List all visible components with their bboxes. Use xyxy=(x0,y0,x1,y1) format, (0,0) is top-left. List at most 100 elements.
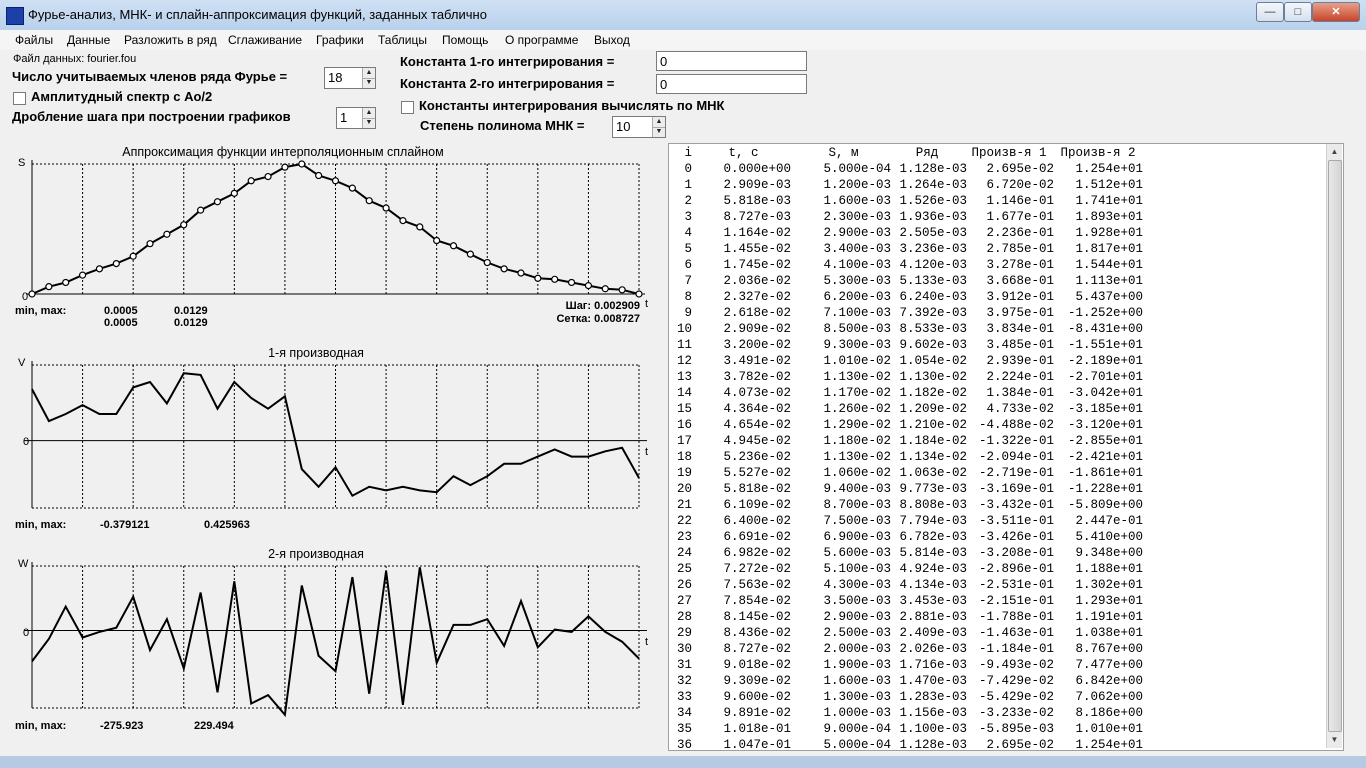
spline-data-point xyxy=(146,240,154,248)
table-cell: 9.891e-02 xyxy=(723,706,791,720)
table-cell: -2.189e+01 xyxy=(1067,354,1143,368)
table-cell: -2.094e-01 xyxy=(978,450,1054,464)
table-cell: 3.975e-01 xyxy=(986,306,1054,320)
table-cell: 1.038e+01 xyxy=(1075,626,1143,640)
table-cell: 4.100e-03 xyxy=(823,258,891,272)
scroll-down-icon[interactable]: ▼ xyxy=(1327,732,1342,747)
table-cell: 3 xyxy=(684,210,692,224)
table-cell: -2.719e-01 xyxy=(978,466,1054,480)
table-row: 9 2.618e-02 7.100e-03 7.392e-03 3.975e-01 -1.… xyxy=(669,306,1329,322)
spline-data-point xyxy=(500,265,508,273)
table-cell: -3.120e+01 xyxy=(1067,418,1143,432)
table-cell: 1.290e-02 xyxy=(823,418,891,432)
table-cell: 1.184e-02 xyxy=(899,434,967,448)
table-cell: 2.447e-01 xyxy=(1075,514,1143,528)
table-cell: -2.421e+01 xyxy=(1067,450,1143,464)
table-cell: 6.982e-02 xyxy=(723,546,791,560)
table-cell: 2.300e-03 xyxy=(823,210,891,224)
table-cell: 1.128e-03 xyxy=(899,738,967,751)
table-cell: 4.134e-03 xyxy=(899,578,967,592)
table-cell: 13 xyxy=(676,370,692,384)
table-cell: 1.254e+01 xyxy=(1075,162,1143,176)
deriv2-minmax-label: min, max: xyxy=(15,720,66,732)
table-cell: 4.120e-03 xyxy=(899,258,967,272)
table-row: 24 6.982e-02 5.600e-03 5.814e-03 -3.208e-01 9… xyxy=(669,546,1329,562)
maximize-button[interactable]: □ xyxy=(1284,2,1312,22)
table-cell: 6.691e-02 xyxy=(723,530,791,544)
spline-data-point xyxy=(416,223,424,231)
table-cell: 3.200e-02 xyxy=(723,338,791,352)
spline-data-point xyxy=(112,259,120,268)
table-cell: 5.818e-03 xyxy=(723,194,791,208)
table-cell: 3.912e-01 xyxy=(986,290,1054,304)
table-cell: 3.500e-03 xyxy=(823,594,891,608)
const2-input[interactable]: 0 xyxy=(656,74,807,94)
table-cell: 2.236e-01 xyxy=(986,226,1054,240)
table-cell: -1.184e-01 xyxy=(978,642,1054,656)
table-cell: 3.834e-01 xyxy=(986,322,1054,336)
spline-max-2: 0.0129 xyxy=(174,317,208,329)
table-cell: 4.073e-02 xyxy=(723,386,791,400)
table-cell: 1.928e+01 xyxy=(1075,226,1143,240)
table-cell: 1.512e+01 xyxy=(1075,178,1143,192)
table-cell: 24 xyxy=(676,546,692,560)
deriv1-plot xyxy=(24,361,647,509)
table-cell: -9.493e-02 xyxy=(978,658,1054,672)
spline-chart-title: Аппроксимация функции интерполяционным с… xyxy=(122,145,443,159)
table-cell: -2.151e-01 xyxy=(978,594,1054,608)
deriv2-x-axis-letter: t xyxy=(645,636,648,648)
table-cell: 1.010e+01 xyxy=(1075,722,1143,736)
table-cell: 9.309e-02 xyxy=(723,674,791,688)
table-cell: 1.817e+01 xyxy=(1075,242,1143,256)
table-cell: 2.900e-03 xyxy=(823,610,891,624)
table-cell: 5.437e+00 xyxy=(1075,290,1143,304)
table-cell: 1.745e-02 xyxy=(723,258,791,272)
const1-input[interactable]: 0 xyxy=(656,51,807,71)
table-cell: -5.809e+00 xyxy=(1067,498,1143,512)
spline-min-1: 0.0005 xyxy=(104,305,138,317)
scroll-up-icon[interactable]: ▲ xyxy=(1327,144,1342,159)
table-cell: 2.409e-03 xyxy=(899,626,967,640)
table-cell: 2.939e-01 xyxy=(986,354,1054,368)
table-cell: 8 xyxy=(684,290,692,304)
table-cell: 17 xyxy=(676,434,692,448)
table-cell: -3.208e-01 xyxy=(978,546,1054,560)
table-cell: 9.018e-02 xyxy=(723,658,791,672)
table-scrollbar[interactable]: ▲ ▼ xyxy=(1326,144,1342,748)
spline-y-axis-letter: S xyxy=(18,157,25,169)
table-cell: 1.600e-03 xyxy=(823,674,891,688)
table-cell: 7.392e-03 xyxy=(899,306,967,320)
spline-data-point xyxy=(466,250,474,258)
table-cell: 35 xyxy=(676,722,692,736)
table-cell: 7 xyxy=(684,274,692,288)
table-cell: 4 xyxy=(684,226,692,240)
table-cell: 1.000e-03 xyxy=(823,706,891,720)
table-cell: 8.727e-03 xyxy=(723,210,791,224)
spline-data-point xyxy=(213,198,222,206)
table-cell: 5.000e-04 xyxy=(823,162,891,176)
deriv1-max: 0.425963 xyxy=(204,519,250,531)
table-cell: 12 xyxy=(676,354,692,368)
table-cell: 9.602e-03 xyxy=(899,338,967,352)
table-cell: 9 xyxy=(684,306,692,320)
table-cell: 1.600e-03 xyxy=(823,194,891,208)
table-cell: 20 xyxy=(676,482,692,496)
spline-data-point xyxy=(534,274,542,282)
spline-data-point xyxy=(618,286,626,294)
table-cell: 28 xyxy=(676,610,692,624)
table-cell: -5.429e-02 xyxy=(978,690,1054,704)
table-cell: -3.185e+01 xyxy=(1067,402,1143,416)
deriv2-plot xyxy=(24,562,647,718)
close-button[interactable]: ✕ xyxy=(1312,2,1360,22)
results-table[interactable]: i t, c S, м Ряд Произв-я 1 Произв-я 2 0 0.000e+… xyxy=(668,143,1344,751)
spline-data-point xyxy=(28,290,36,298)
table-cell: 8.767e+00 xyxy=(1075,642,1143,656)
minimize-button[interactable]: — xyxy=(1256,2,1284,22)
spline-data-point xyxy=(567,278,576,287)
table-cell: 1.677e-01 xyxy=(986,210,1054,224)
table-row: 12 3.491e-02 1.010e-02 1.054e-02 2.939e-01 -2… xyxy=(669,354,1329,370)
scroll-thumb[interactable] xyxy=(1328,160,1342,732)
table-cell: 10 xyxy=(676,322,692,336)
table-row: 5 1.455e-02 3.400e-03 3.236e-03 2.785e-01 1.8… xyxy=(669,242,1329,258)
table-cell: 6.842e+00 xyxy=(1075,674,1143,688)
